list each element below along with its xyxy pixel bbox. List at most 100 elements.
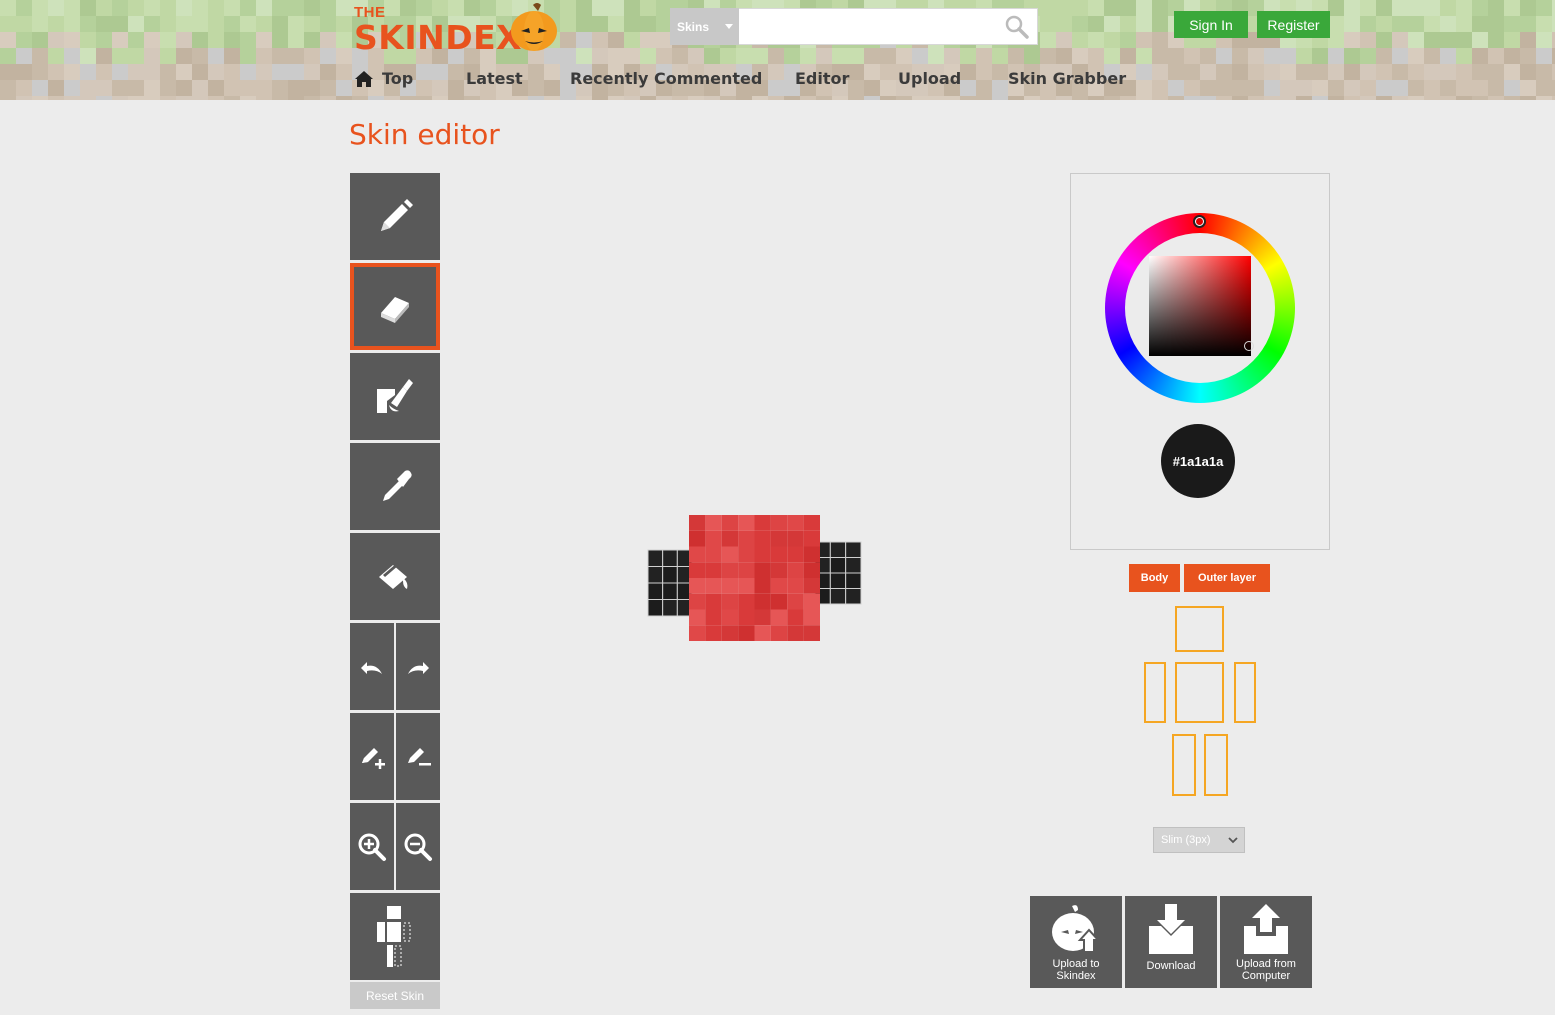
skin-torso[interactable] bbox=[705, 625, 722, 641]
sign-in-button[interactable]: Sign In bbox=[1174, 11, 1248, 38]
saturation-value-handle[interactable] bbox=[1244, 341, 1254, 351]
skin-torso[interactable] bbox=[754, 578, 771, 594]
skin-torso[interactable] bbox=[738, 546, 755, 563]
skin-torso[interactable] bbox=[689, 625, 706, 641]
zoom-out-button[interactable] bbox=[396, 803, 440, 890]
search-icon[interactable] bbox=[1005, 15, 1029, 39]
skin-right-arm[interactable] bbox=[845, 572, 862, 589]
skin-torso[interactable] bbox=[754, 562, 771, 578]
skin-torso[interactable] bbox=[787, 593, 804, 610]
skin-torso[interactable] bbox=[689, 609, 706, 626]
nav-upload[interactable]: Upload bbox=[898, 69, 961, 88]
outer-layer-button[interactable]: Outer layer bbox=[1184, 564, 1270, 592]
skin-torso[interactable] bbox=[803, 562, 820, 578]
nav-skin-grabber[interactable]: Skin Grabber bbox=[1008, 69, 1126, 88]
saturation-value-square[interactable] bbox=[1149, 256, 1251, 356]
nav-top[interactable]: Top bbox=[355, 69, 413, 88]
body-part-right-leg[interactable] bbox=[1204, 734, 1228, 796]
skin-torso[interactable] bbox=[689, 578, 706, 594]
body-part-head[interactable] bbox=[1175, 606, 1224, 652]
skin-torso[interactable] bbox=[738, 578, 755, 594]
skin-torso[interactable] bbox=[803, 546, 820, 563]
skin-torso[interactable] bbox=[721, 515, 739, 531]
pencil-tool-button[interactable] bbox=[350, 173, 440, 260]
skin-torso[interactable] bbox=[770, 625, 788, 641]
skin-3d-viewport[interactable] bbox=[450, 173, 1060, 973]
skin-torso[interactable] bbox=[787, 515, 804, 531]
eraser-tool-button[interactable] bbox=[350, 263, 440, 350]
body-part-torso[interactable] bbox=[1175, 662, 1224, 723]
skin-torso[interactable] bbox=[689, 515, 706, 531]
skin-torso[interactable] bbox=[705, 593, 722, 610]
body-parts-toggle-button[interactable] bbox=[350, 893, 440, 980]
skin-torso[interactable] bbox=[721, 609, 739, 626]
skin-torso[interactable] bbox=[770, 530, 788, 547]
skin-torso[interactable] bbox=[803, 530, 820, 547]
skin-torso[interactable] bbox=[770, 546, 788, 563]
skin-torso[interactable] bbox=[705, 515, 722, 531]
body-part-left-arm[interactable] bbox=[1144, 662, 1166, 723]
body-part-right-arm[interactable] bbox=[1234, 662, 1256, 723]
skin-torso[interactable] bbox=[770, 578, 788, 594]
skin-torso[interactable] bbox=[787, 530, 804, 547]
model-type-select[interactable]: Slim (3px) bbox=[1153, 827, 1245, 853]
skin-right-arm[interactable] bbox=[845, 541, 862, 558]
skin-torso[interactable] bbox=[770, 515, 788, 531]
upload-to-skindex-button[interactable]: Upload to Skindex bbox=[1030, 896, 1122, 988]
skin-torso[interactable] bbox=[754, 593, 771, 610]
skin-torso[interactable] bbox=[721, 593, 739, 610]
skin-torso[interactable] bbox=[787, 578, 804, 594]
nav-editor[interactable]: Editor bbox=[795, 69, 849, 88]
skin-left-arm[interactable] bbox=[662, 549, 678, 567]
reset-skin-button[interactable]: Reset Skin bbox=[350, 982, 440, 1009]
skin-torso[interactable] bbox=[721, 562, 739, 578]
skin-left-arm[interactable] bbox=[662, 582, 678, 600]
paint-bucket-tool-button[interactable] bbox=[350, 533, 440, 620]
darken-button[interactable] bbox=[396, 713, 440, 800]
skin-torso[interactable] bbox=[689, 562, 706, 578]
skin-torso[interactable] bbox=[721, 530, 739, 547]
skin-left-arm[interactable] bbox=[647, 582, 664, 600]
skin-torso[interactable] bbox=[705, 609, 722, 626]
skin-torso[interactable] bbox=[721, 625, 739, 641]
skin-right-arm[interactable] bbox=[845, 588, 862, 605]
register-button[interactable]: Register bbox=[1257, 11, 1330, 38]
skin-torso[interactable] bbox=[787, 609, 804, 626]
skin-left-arm[interactable] bbox=[647, 549, 664, 567]
skin-torso[interactable] bbox=[689, 546, 706, 563]
skin-left-arm[interactable] bbox=[662, 566, 678, 584]
skin-torso[interactable] bbox=[754, 546, 771, 563]
skin-torso[interactable] bbox=[689, 530, 706, 547]
skin-torso[interactable] bbox=[705, 562, 722, 578]
skin-torso[interactable] bbox=[721, 578, 739, 594]
nav-latest[interactable]: Latest bbox=[466, 69, 523, 88]
skin-torso[interactable] bbox=[705, 546, 722, 563]
zoom-in-button[interactable] bbox=[350, 803, 394, 890]
skin-torso[interactable] bbox=[738, 515, 755, 531]
search-category-dropdown[interactable]: Skins bbox=[670, 8, 739, 45]
skin-left-arm[interactable] bbox=[647, 599, 664, 617]
skin-torso[interactable] bbox=[787, 562, 804, 578]
skin-right-arm[interactable] bbox=[829, 541, 847, 558]
undo-button[interactable] bbox=[350, 623, 394, 710]
skin-right-arm[interactable] bbox=[829, 557, 847, 574]
skin-torso[interactable] bbox=[738, 609, 755, 626]
brush-tool-button[interactable] bbox=[350, 353, 440, 440]
nav-recently-commented[interactable]: Recently Commented bbox=[570, 69, 762, 88]
skin-preview[interactable] bbox=[450, 173, 1060, 973]
skin-right-arm[interactable] bbox=[829, 588, 847, 605]
skin-torso[interactable] bbox=[738, 562, 755, 578]
skin-torso[interactable] bbox=[754, 515, 771, 531]
skin-torso[interactable] bbox=[803, 578, 820, 594]
skin-torso[interactable] bbox=[803, 515, 820, 531]
skin-torso[interactable] bbox=[754, 530, 771, 547]
skin-torso[interactable] bbox=[803, 625, 820, 641]
skin-torso[interactable] bbox=[803, 593, 820, 610]
skin-right-arm[interactable] bbox=[829, 572, 847, 589]
skin-left-arm[interactable] bbox=[662, 599, 678, 617]
skin-torso[interactable] bbox=[770, 593, 788, 610]
skin-torso[interactable] bbox=[787, 546, 804, 563]
skin-torso[interactable] bbox=[738, 625, 755, 641]
skin-torso[interactable] bbox=[770, 609, 788, 626]
body-part-left-leg[interactable] bbox=[1172, 734, 1196, 796]
